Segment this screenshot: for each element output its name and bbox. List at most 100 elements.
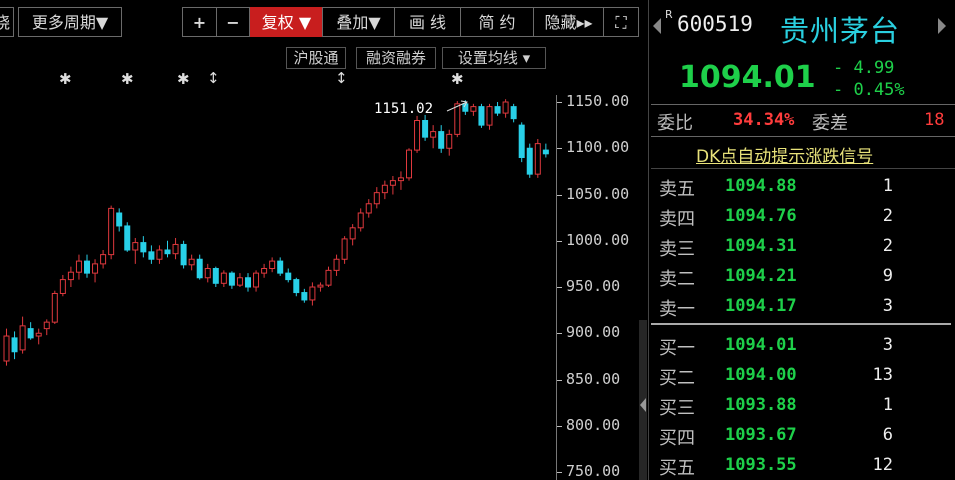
candle[interactable]: [510, 103, 517, 123]
candle[interactable]: [534, 139, 541, 178]
candle[interactable]: [365, 199, 372, 218]
candle[interactable]: [486, 103, 493, 130]
ask-price[interactable]: 1094.76: [725, 206, 797, 226]
candle[interactable]: [341, 236, 348, 264]
candle[interactable]: [373, 187, 380, 209]
candle[interactable]: [414, 115, 421, 153]
candle[interactable]: [285, 268, 292, 283]
candle[interactable]: [67, 266, 74, 287]
candle[interactable]: [180, 240, 187, 269]
candle[interactable]: [196, 254, 203, 280]
ask-price[interactable]: 1094.21: [725, 266, 797, 286]
candle[interactable]: [140, 236, 147, 258]
candle[interactable]: [92, 259, 99, 283]
candle[interactable]: [502, 99, 509, 118]
ask-price[interactable]: 1094.31: [725, 236, 797, 256]
price-axis-line: [556, 95, 557, 480]
candle[interactable]: [3, 328, 10, 366]
prev-stock-arrow-icon[interactable]: [653, 18, 661, 34]
candle[interactable]: [156, 245, 163, 264]
candle-body: [132, 242, 139, 251]
candle[interactable]: [100, 250, 107, 269]
candle[interactable]: [309, 282, 316, 306]
candle[interactable]: [172, 237, 179, 260]
candle[interactable]: [325, 266, 332, 287]
candle[interactable]: [301, 288, 308, 303]
ask-level-label: 卖三: [659, 239, 695, 260]
candle[interactable]: [27, 322, 34, 340]
current-price: 1094.01: [679, 60, 816, 95]
bid-price[interactable]: 1094.01: [725, 335, 797, 355]
candle-body: [11, 337, 18, 353]
candle[interactable]: [84, 254, 90, 278]
candle[interactable]: [51, 290, 58, 324]
candle[interactable]: [212, 266, 219, 287]
candle[interactable]: [132, 237, 139, 264]
candle[interactable]: [430, 125, 437, 149]
candle-body: [285, 272, 292, 281]
candle[interactable]: [116, 208, 123, 232]
candle[interactable]: [438, 125, 445, 153]
candle-body: [414, 120, 421, 151]
candle[interactable]: [269, 257, 276, 273]
candle[interactable]: [261, 263, 268, 278]
candle[interactable]: [228, 271, 235, 289]
candle[interactable]: [357, 208, 364, 232]
candle[interactable]: [333, 254, 340, 276]
candle-body: [542, 149, 549, 155]
divider: [651, 104, 955, 105]
candle[interactable]: [381, 180, 388, 200]
candle[interactable]: [293, 277, 300, 297]
candle[interactable]: [494, 102, 501, 116]
candle[interactable]: [75, 254, 82, 280]
candle[interactable]: [19, 316, 26, 354]
ask-price[interactable]: 1094.17: [725, 296, 797, 316]
dk-signal-link[interactable]: DK点自动提示涨跌信号: [696, 142, 873, 167]
bid-volume: 12: [872, 455, 893, 475]
candle[interactable]: [526, 143, 533, 178]
ask-level-label: 卖四: [659, 209, 695, 230]
next-stock-arrow-icon[interactable]: [938, 18, 946, 34]
candle-body: [59, 279, 66, 294]
candle[interactable]: [406, 148, 412, 181]
weibi-value: 34.34%: [733, 110, 795, 130]
candle[interactable]: [253, 270, 260, 292]
candlestick-chart[interactable]: [0, 0, 640, 480]
candle[interactable]: [397, 171, 404, 190]
candle-body: [180, 243, 187, 266]
candle[interactable]: [446, 129, 453, 156]
candle[interactable]: [204, 263, 211, 283]
candle[interactable]: [108, 205, 115, 260]
candle[interactable]: [245, 273, 251, 292]
candle[interactable]: [518, 122, 525, 163]
candle-body: [172, 243, 179, 255]
candle[interactable]: [11, 331, 18, 360]
candle-body: [502, 101, 509, 114]
candle-body: [196, 258, 203, 279]
candle[interactable]: [124, 222, 131, 252]
candle[interactable]: [236, 273, 243, 287]
candle[interactable]: [478, 103, 485, 128]
bid-price[interactable]: 1094.00: [725, 365, 797, 385]
candle[interactable]: [542, 143, 549, 158]
candle[interactable]: [188, 254, 195, 271]
candle[interactable]: [35, 328, 42, 345]
candle[interactable]: [317, 282, 324, 292]
candle[interactable]: [220, 270, 227, 287]
ask-level-label: 卖一: [659, 299, 695, 320]
candle[interactable]: [59, 274, 66, 297]
price-axis-label: 1100.00: [566, 138, 630, 157]
candle-body: [309, 286, 316, 301]
candle[interactable]: [422, 114, 429, 141]
candle[interactable]: [349, 224, 356, 246]
bid-price[interactable]: 1093.88: [725, 395, 797, 415]
candle[interactable]: [148, 245, 155, 264]
ask-price[interactable]: 1094.88: [725, 176, 797, 196]
candle[interactable]: [43, 319, 50, 336]
candle[interactable]: [277, 257, 284, 276]
bid-price[interactable]: 1093.55: [725, 455, 797, 475]
candle[interactable]: [389, 176, 396, 195]
scrollbar-arrow-icon[interactable]: [640, 398, 646, 412]
candle[interactable]: [164, 240, 171, 258]
bid-price[interactable]: 1093.67: [725, 425, 797, 445]
